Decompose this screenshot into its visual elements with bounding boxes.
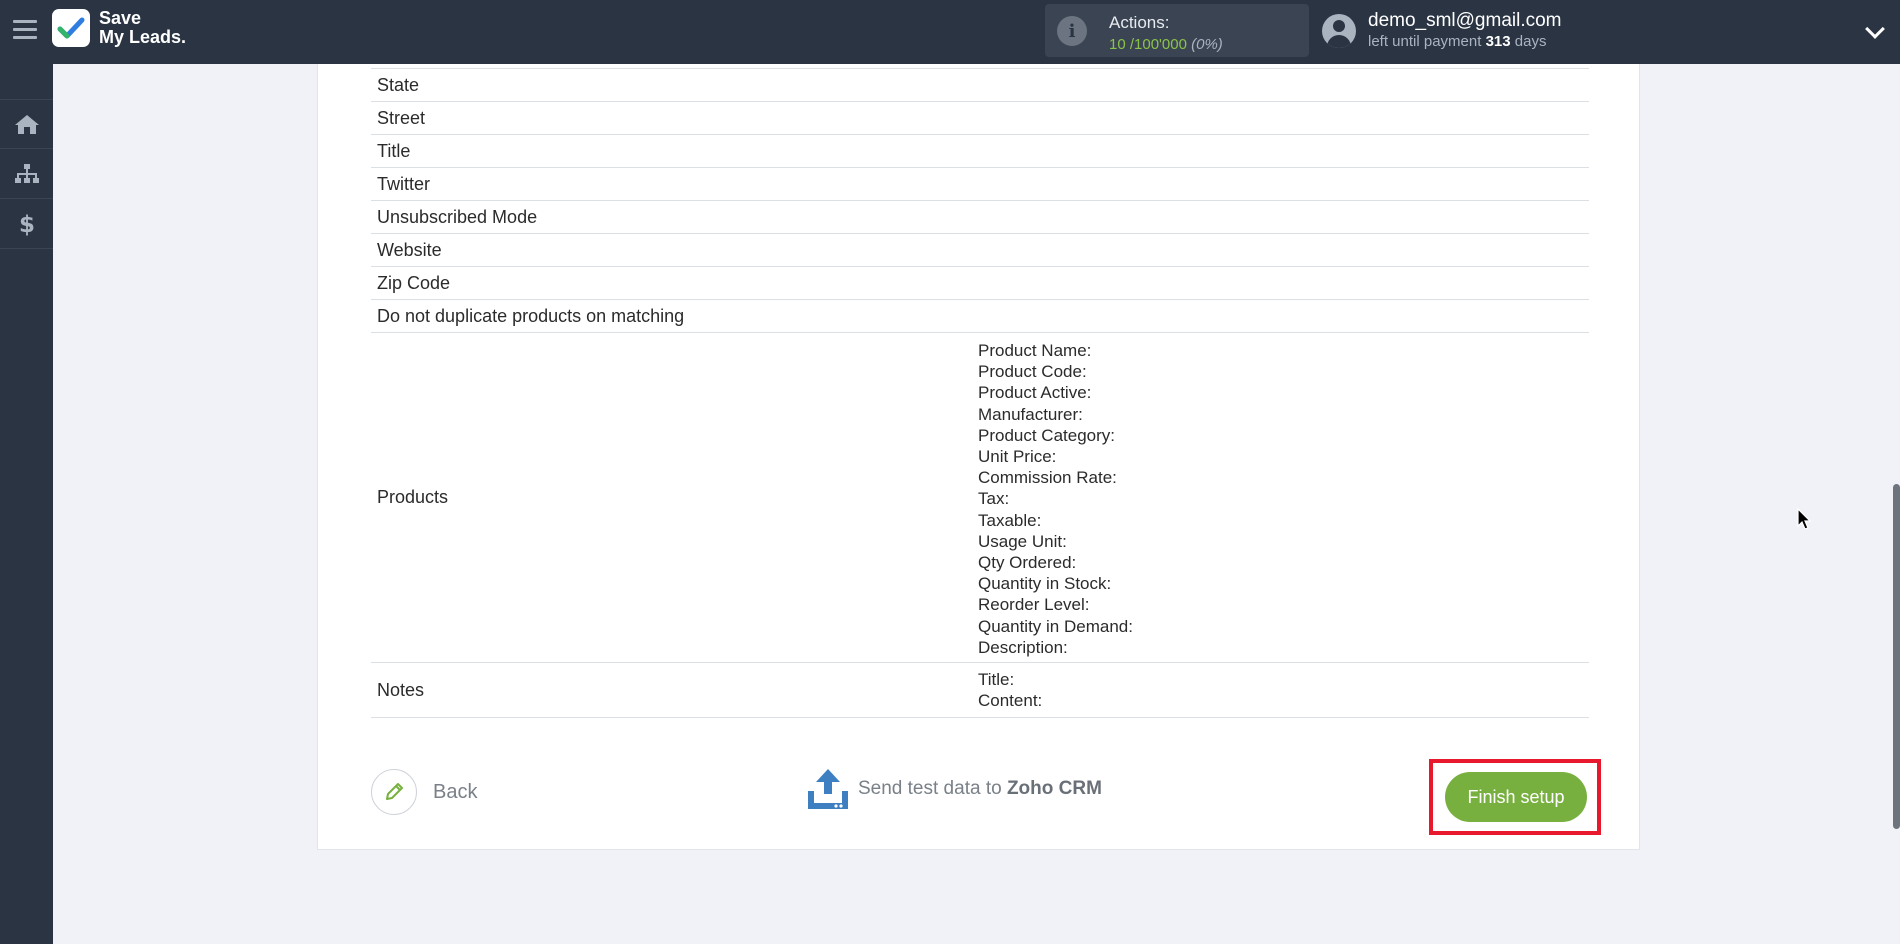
table-row: Website [371,234,1589,267]
top-bar: Save My Leads. i Actions: 10 /100'000 (0… [0,0,1900,64]
back-label: Back [433,780,478,803]
home-icon [14,115,39,134]
table-row: Twitter [371,168,1589,201]
sitemap-icon [14,163,39,183]
product-field: Commission Rate: [978,468,1117,488]
product-field: Description: [978,637,1068,657]
sidebar: $ [0,64,53,944]
product-field: Product Category: [978,425,1116,445]
product-field: Usage Unit: [978,531,1067,551]
field-name: Zip Code [377,272,451,293]
svg-text:$: $ [18,212,34,237]
field-table: State Street Title Twitter Unsubscribed … [371,64,1589,718]
user-avatar-icon[interactable] [1322,14,1356,48]
sidebar-item-billing[interactable]: $ [0,199,53,249]
products-row: Products Product Name: Product Code: Pro… [371,333,1589,663]
product-field: Unit Price: [978,447,1057,467]
field-name: Twitter [377,173,431,194]
logo-text: Save My Leads. [99,8,187,47]
product-field: Reorder Level: [978,595,1090,615]
back-button[interactable]: Back [371,769,477,815]
field-name: Products [377,487,449,507]
product-field: Manufacturer: [978,404,1083,424]
table-row: Do not duplicate products on matching [371,300,1589,333]
product-field: Taxable: [978,510,1042,530]
product-field: Qty Ordered: [978,553,1077,573]
user-email[interactable]: demo_sml@gmail.com [1368,10,1562,32]
field-name: Street [377,107,426,128]
note-field: Title: [978,670,1015,689]
table-row: Unsubscribed Mode [371,201,1589,234]
product-field: Quantity in Demand: [978,616,1133,636]
sidebar-item-connections[interactable] [0,149,53,199]
payment-status: left until payment 313 days [1368,33,1547,50]
notes-row: Notes Title: Content: [371,663,1589,718]
setup-card: State Street Title Twitter Unsubscribed … [317,64,1640,850]
menu-icon[interactable] [13,20,37,40]
table-row: State [371,69,1589,102]
mouse-cursor-icon [1797,508,1812,530]
field-name: Notes [377,679,425,700]
product-field: Product Code: [978,362,1087,382]
actions-value: 10 /100'000 (0%) [1109,36,1223,53]
pencil-icon [371,769,417,815]
send-target: Zoho CRM [1006,778,1102,799]
logo-check-icon [52,9,90,47]
product-field: Product Name: [978,341,1092,360]
field-name: Do not duplicate products on matching [377,305,685,326]
sidebar-item-home[interactable] [0,99,53,149]
notes-values: Title: Content: [978,663,1589,717]
table-row: Street [371,102,1589,135]
field-name: Website [377,239,442,260]
product-field: Quantity in Stock: [978,574,1112,594]
field-name: Unsubscribed Mode [377,206,538,227]
actions-percent: (0%) [1191,36,1223,53]
info-icon: i [1057,16,1087,46]
chevron-down-icon[interactable] [1865,19,1885,39]
field-name: Title [377,140,411,161]
upload-icon [808,769,848,809]
app-logo[interactable]: Save My Leads. [52,9,186,47]
dollar-icon: $ [18,212,34,237]
field-name: State [377,74,420,95]
product-field: Product Active: [978,383,1092,403]
table-row: Title [371,135,1589,168]
send-test-data-button[interactable]: Send test data to Zoho CRM [806,767,1102,811]
actions-counter: i Actions: 10 /100'000 (0%) [1045,4,1309,57]
note-field: Content: [978,691,1043,711]
table-row: Zip Code [371,267,1589,300]
products-values: Product Name: Product Code: Product Acti… [978,333,1589,662]
scrollbar-thumb[interactable] [1893,484,1900,829]
product-field: Tax: [978,489,1010,509]
send-test-data-label: Send test data to Zoho CRM [858,778,1102,799]
finish-setup-button[interactable]: Finish setup [1445,772,1587,822]
actions-label: Actions: [1109,13,1170,32]
